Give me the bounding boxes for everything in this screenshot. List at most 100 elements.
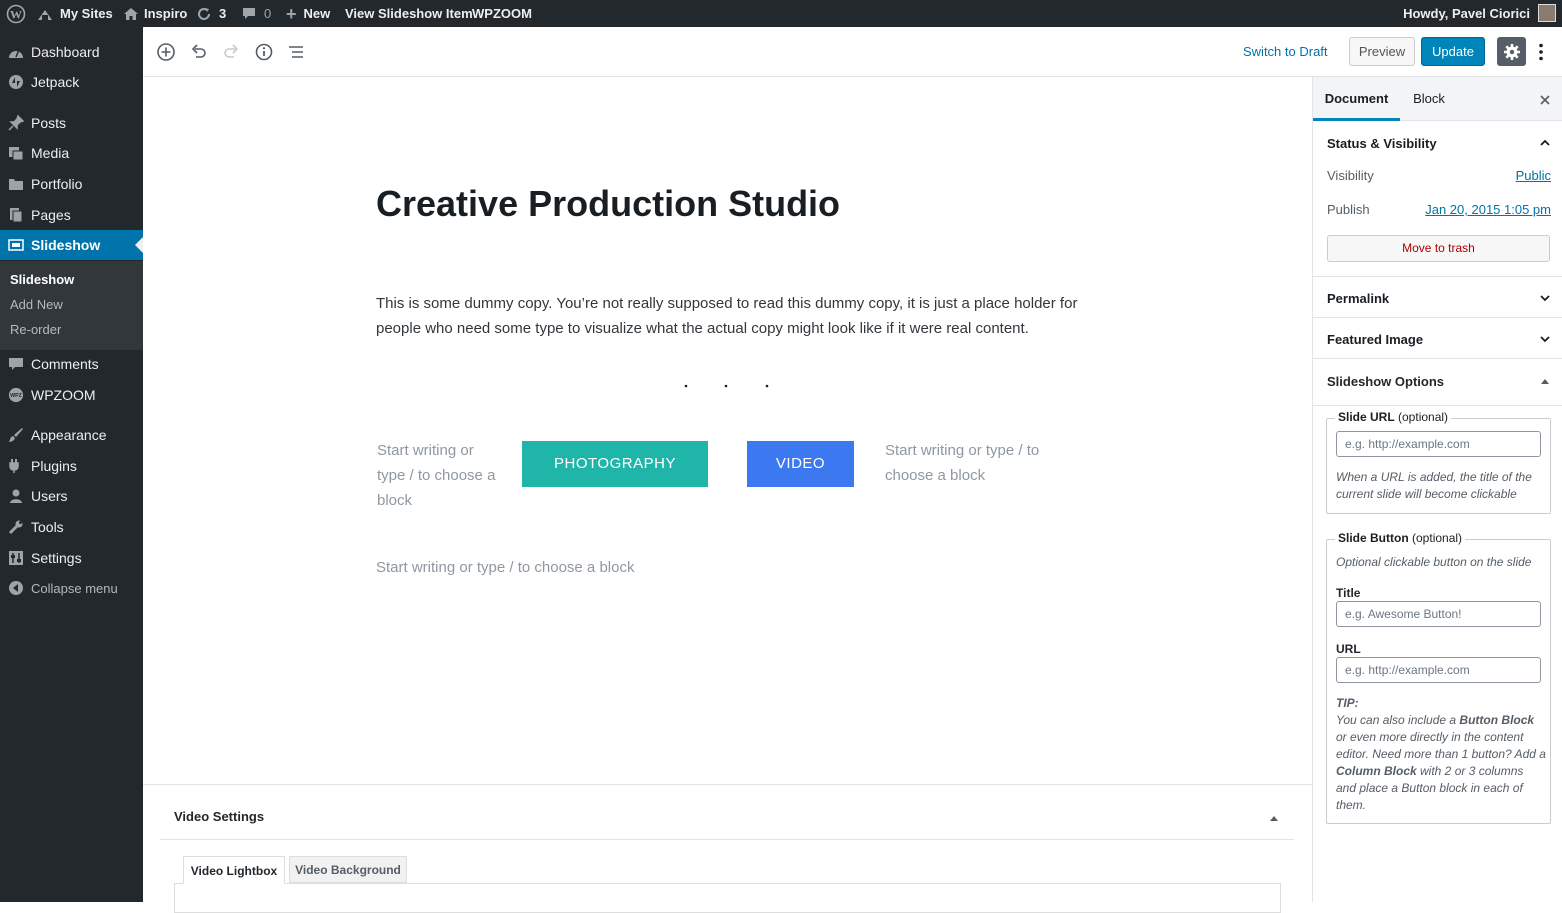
menu-item-comments[interactable]: Comments (0, 349, 143, 379)
video-settings-title[interactable]: Video Settings (174, 809, 264, 824)
publish-date-link[interactable]: Jan 20, 2015 1:05 pm (1425, 202, 1551, 217)
add-block-button[interactable] (155, 41, 177, 63)
visibility-link[interactable]: Public (1516, 168, 1551, 183)
menu-item-dashboard[interactable]: Dashboard (0, 37, 143, 67)
button-url-input[interactable]: e.g. http://example.com (1336, 657, 1541, 683)
block-placeholder[interactable]: Start writing or type / to choose a bloc… (885, 438, 1055, 488)
preview-button[interactable]: Preview (1349, 37, 1415, 66)
my-sites-icon (38, 9, 52, 20)
slide-url-help: When a URL is added, the title of the cu… (1336, 470, 1532, 501)
wrench-icon (8, 519, 24, 535)
menu-item-jetpack[interactable]: Jetpack (0, 67, 143, 97)
new-content-menu[interactable]: + New (286, 0, 330, 27)
menu-label: Appearance (31, 427, 107, 443)
collapse-triangle-icon[interactable] (1540, 377, 1550, 385)
redo-button[interactable] (220, 41, 242, 63)
photography-button[interactable]: PHOTOGRAPHY (522, 441, 708, 487)
editor-canvas: Creative Production Studio This is some … (143, 77, 1312, 913)
media-icon (8, 145, 24, 161)
wpzoom-menu[interactable]: WPZOOM (472, 0, 532, 27)
collapse-menu-button[interactable]: Collapse menu (0, 573, 143, 603)
chevron-up-icon[interactable] (1539, 137, 1551, 149)
my-sites-menu[interactable]: My Sites (36, 0, 113, 27)
settings-sidebar: Document Block Status & Visibility Visib… (1312, 77, 1562, 902)
submenu-item-add-new[interactable]: Add New (10, 297, 63, 312)
menu-item-posts[interactable]: Posts (0, 108, 143, 138)
meta-boxes-area: Video Settings Video Lightbox Video Back… (143, 784, 1312, 913)
jetpack-icon (8, 74, 24, 90)
paragraph-block[interactable]: This is some dummy copy. You’re not real… (376, 291, 1086, 341)
admin-bar: W My Sites Inspiro 3 0 + New View Slides… (0, 0, 1562, 27)
slideshow-options-title[interactable]: Slideshow Options (1327, 374, 1444, 389)
slide-button-legend: Slide Button (optional) (1335, 531, 1466, 545)
site-name-menu[interactable]: Inspiro (123, 0, 187, 27)
menu-item-tools[interactable]: Tools (0, 512, 143, 542)
slideshow-options-panel: Slideshow Options Slide URL (optional) e… (1313, 358, 1562, 835)
publish-label: Publish (1327, 202, 1370, 217)
block-placeholder[interactable]: Start writing or type / to choose a bloc… (376, 555, 634, 580)
wordpress-logo-icon[interactable]: W (6, 0, 26, 27)
collapse-triangle-icon[interactable] (1269, 809, 1279, 827)
menu-label: Users (31, 488, 68, 504)
submenu-item-slideshow[interactable]: Slideshow (10, 272, 74, 287)
featured-image-title: Featured Image (1327, 332, 1424, 347)
comment-bubble-icon (243, 7, 255, 19)
button-title-input[interactable]: e.g. Awesome Button! (1336, 601, 1541, 627)
menu-item-media[interactable]: Media (0, 138, 143, 168)
svg-text:WPZ: WPZ (10, 393, 23, 399)
plus-icon: + (286, 3, 297, 24)
brush-icon (8, 427, 24, 443)
tab-video-background[interactable]: Video Background (289, 856, 407, 883)
menu-item-settings[interactable]: Settings (0, 543, 143, 573)
menu-item-slideshow[interactable]: Slideshow (0, 230, 143, 260)
tab-block[interactable]: Block (1407, 77, 1451, 121)
slide-url-fieldset: Slide URL (optional) e.g. http://example… (1326, 410, 1551, 514)
menu-item-pages[interactable]: Pages (0, 200, 143, 230)
view-item-link[interactable]: View Slideshow Item (345, 0, 473, 27)
more-options-button[interactable] (1535, 41, 1547, 63)
video-button[interactable]: VIDEO (747, 441, 854, 487)
menu-item-appearance[interactable]: Appearance (0, 420, 143, 450)
menu-label: Jetpack (31, 74, 80, 90)
tab-video-lightbox[interactable]: Video Lightbox (183, 856, 285, 884)
user-icon (8, 488, 24, 504)
tip-text: You can also include a Button Block or e… (1336, 713, 1546, 812)
close-icon[interactable] (1539, 93, 1551, 111)
pages-icon (8, 207, 24, 223)
permalink-panel[interactable]: Permalink (1313, 276, 1562, 317)
move-to-trash-button[interactable]: Move to trash (1327, 235, 1550, 262)
undo-button[interactable] (188, 41, 210, 63)
slide-url-input[interactable]: e.g. http://example.com (1336, 431, 1541, 457)
list-icon (289, 46, 303, 58)
content-info-button[interactable] (253, 41, 275, 63)
post-title[interactable]: Creative Production Studio (376, 183, 840, 225)
submenu-item-reorder[interactable]: Re-order (10, 322, 61, 337)
account-menu[interactable]: Howdy, Pavel Ciorici (1403, 0, 1530, 27)
permalink-title: Permalink (1327, 291, 1390, 306)
update-button[interactable]: Update (1421, 37, 1485, 66)
separator-block[interactable] (683, 378, 773, 396)
comments-menu[interactable]: 0 (242, 0, 271, 27)
avatar[interactable] (1538, 4, 1556, 22)
wpzoom-label: WPZOOM (472, 5, 532, 21)
comment-icon (8, 356, 24, 372)
menu-label: Pages (31, 207, 71, 223)
menu-item-wpzoom[interactable]: WPZ WPZOOM (0, 380, 143, 410)
slideshow-submenu: Slideshow Add New Re-order (0, 261, 143, 350)
status-visibility-title[interactable]: Status & Visibility (1327, 136, 1437, 151)
settings-toggle-button[interactable] (1497, 37, 1526, 66)
menu-item-portfolio[interactable]: Portfolio (0, 169, 143, 199)
status-visibility-panel: Status & Visibility Visibility Public Pu… (1313, 121, 1562, 276)
block-navigation-button[interactable] (285, 41, 307, 63)
menu-item-users[interactable]: Users (0, 481, 143, 511)
menu-item-plugins[interactable]: Plugins (0, 451, 143, 481)
tab-document[interactable]: Document (1313, 77, 1400, 121)
my-sites-label: My Sites (60, 5, 113, 21)
updates-menu[interactable]: 3 (196, 0, 226, 27)
switch-to-draft-button[interactable]: Switch to Draft (1243, 44, 1328, 59)
block-placeholder[interactable]: Start writing or type / to choose a bloc… (377, 438, 497, 513)
slide-button-fieldset: Slide Button (optional) Optional clickab… (1326, 531, 1551, 824)
tab-content-panel (174, 883, 1281, 913)
updates-count: 3 (219, 5, 227, 21)
featured-image-panel[interactable]: Featured Image (1313, 317, 1562, 358)
